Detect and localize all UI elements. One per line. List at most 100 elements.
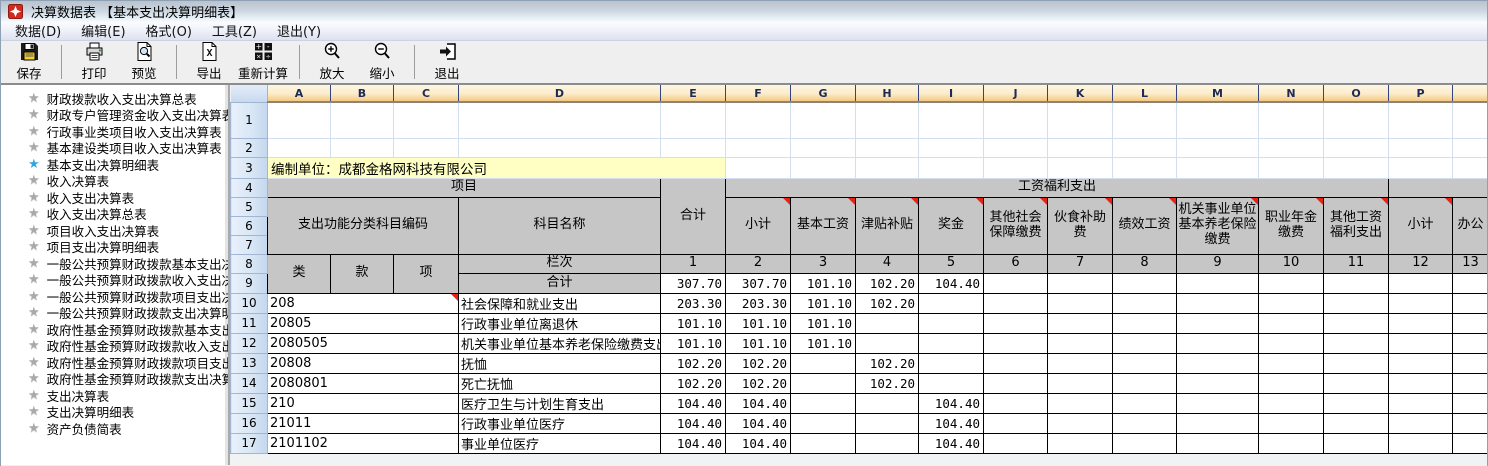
value-cell[interactable]	[791, 393, 856, 413]
sidebar-item-report[interactable]: ★政府性基金预算财政拨款项目支出决算明细表	[1, 354, 228, 371]
empty-cell[interactable]	[726, 138, 791, 157]
row-header[interactable]: 9	[231, 273, 268, 293]
toolbar-button-zoom-in[interactable]: 放大	[307, 41, 357, 83]
header-column-number[interactable]: 6	[984, 254, 1048, 273]
value-cell[interactable]	[1324, 293, 1389, 313]
empty-cell[interactable]	[1113, 138, 1177, 157]
empty-cell[interactable]	[459, 102, 661, 138]
column-header-B[interactable]: B	[331, 85, 394, 102]
column-header-H[interactable]: H	[856, 85, 919, 102]
value-cell[interactable]	[984, 353, 1048, 373]
empty-cell[interactable]	[1389, 138, 1453, 157]
header-section-2[interactable]	[1389, 178, 1488, 197]
empty-cell[interactable]	[661, 138, 726, 157]
value-cell[interactable]	[1324, 313, 1389, 333]
sidebar-item-report[interactable]: ★基本支出决算明细表	[1, 156, 228, 173]
column-header-F[interactable]: F	[726, 85, 791, 102]
value-cell[interactable]: 102.20	[661, 353, 726, 373]
row-header[interactable]: 17	[231, 433, 268, 453]
total-value-cell[interactable]	[1259, 273, 1324, 293]
value-cell[interactable]: 101.10	[726, 313, 791, 333]
value-cell[interactable]	[984, 313, 1048, 333]
grid-corner-cell[interactable]	[231, 85, 268, 102]
value-cell[interactable]	[919, 293, 984, 313]
value-cell[interactable]	[1453, 313, 1488, 333]
header-column-number[interactable]: 12	[1389, 254, 1453, 273]
value-cell[interactable]	[1113, 433, 1177, 453]
subject-name-cell[interactable]: 医疗卫生与计划生育支出	[459, 393, 661, 413]
value-cell[interactable]	[1259, 353, 1324, 373]
sidebar-item-report[interactable]: ★收入决算表	[1, 173, 228, 190]
header-column[interactable]: 办公	[1453, 197, 1488, 254]
sidebar-item-report[interactable]: ★资产负债简表	[1, 420, 228, 437]
header-lanci[interactable]: 栏次	[459, 254, 661, 273]
value-cell[interactable]: 102.20	[856, 373, 919, 393]
empty-cell[interactable]	[856, 102, 919, 138]
empty-cell[interactable]	[331, 102, 394, 138]
value-cell[interactable]	[1259, 413, 1324, 433]
total-value-cell[interactable]: 101.10	[791, 273, 856, 293]
column-header-O[interactable]: O	[1324, 85, 1389, 102]
empty-cell[interactable]	[331, 138, 394, 157]
value-cell[interactable]	[1177, 373, 1259, 393]
empty-cell[interactable]	[1113, 102, 1177, 138]
column-header-K[interactable]: K	[1048, 85, 1113, 102]
empty-cell[interactable]	[1453, 102, 1488, 138]
value-cell[interactable]: 104.40	[661, 393, 726, 413]
row-header[interactable]: 3	[231, 157, 268, 178]
value-cell[interactable]	[1324, 413, 1389, 433]
column-header-N[interactable]: N	[1259, 85, 1324, 102]
header-column-number[interactable]: 5	[919, 254, 984, 273]
header-column-number[interactable]: 8	[1113, 254, 1177, 273]
empty-cell[interactable]	[661, 102, 726, 138]
header-column[interactable]: 奖金	[919, 197, 984, 254]
empty-cell[interactable]	[268, 102, 331, 138]
value-cell[interactable]	[1177, 393, 1259, 413]
column-header-D[interactable]: D	[459, 85, 661, 102]
value-cell[interactable]	[919, 313, 984, 333]
toolbar-button-exit[interactable]: 退出	[422, 41, 472, 83]
value-cell[interactable]	[1048, 413, 1113, 433]
value-cell[interactable]: 104.40	[661, 413, 726, 433]
value-cell[interactable]	[1453, 393, 1488, 413]
row-header[interactable]: 2	[231, 138, 268, 157]
value-cell[interactable]	[919, 373, 984, 393]
value-cell[interactable]	[1324, 393, 1389, 413]
empty-cell[interactable]	[919, 102, 984, 138]
sidebar-item-report[interactable]: ★项目支出决算明细表	[1, 239, 228, 256]
total-value-cell[interactable]	[1113, 273, 1177, 293]
empty-cell[interactable]	[791, 102, 856, 138]
value-cell[interactable]: 104.40	[919, 433, 984, 453]
row-header[interactable]: 7	[231, 235, 268, 254]
value-cell[interactable]: 102.20	[856, 353, 919, 373]
header-column[interactable]: 职业年金缴费	[1259, 197, 1324, 254]
header-column[interactable]: 绩效工资	[1113, 197, 1177, 254]
value-cell[interactable]	[1324, 433, 1389, 453]
header-column[interactable]: 其他社会保障缴费	[984, 197, 1048, 254]
total-value-cell[interactable]	[984, 273, 1048, 293]
empty-cell[interactable]	[1389, 102, 1453, 138]
empty-cell[interactable]	[1259, 157, 1324, 178]
total-value-cell[interactable]: 104.40	[919, 273, 984, 293]
empty-cell[interactable]	[726, 102, 791, 138]
header-column[interactable]: 其他工资福利支出	[1324, 197, 1389, 254]
subject-name-cell[interactable]: 行政事业单位离退休	[459, 313, 661, 333]
empty-cell[interactable]	[1113, 157, 1177, 178]
value-cell[interactable]	[1177, 333, 1259, 353]
value-cell[interactable]	[1259, 393, 1324, 413]
value-cell[interactable]: 101.10	[791, 313, 856, 333]
value-cell[interactable]	[1453, 333, 1488, 353]
empty-cell[interactable]	[984, 102, 1048, 138]
empty-cell[interactable]	[268, 138, 331, 157]
value-cell[interactable]	[1389, 293, 1453, 313]
sidebar-item-report[interactable]: ★支出决算表	[1, 387, 228, 404]
value-cell[interactable]	[1048, 353, 1113, 373]
value-cell[interactable]	[1113, 393, 1177, 413]
empty-cell[interactable]	[1048, 102, 1113, 138]
row-header[interactable]: 5	[231, 197, 268, 216]
empty-cell[interactable]	[726, 157, 791, 178]
value-cell[interactable]	[791, 413, 856, 433]
header-column-number[interactable]: 1	[661, 254, 726, 273]
value-cell[interactable]	[1324, 353, 1389, 373]
row-header[interactable]: 13	[231, 353, 268, 373]
